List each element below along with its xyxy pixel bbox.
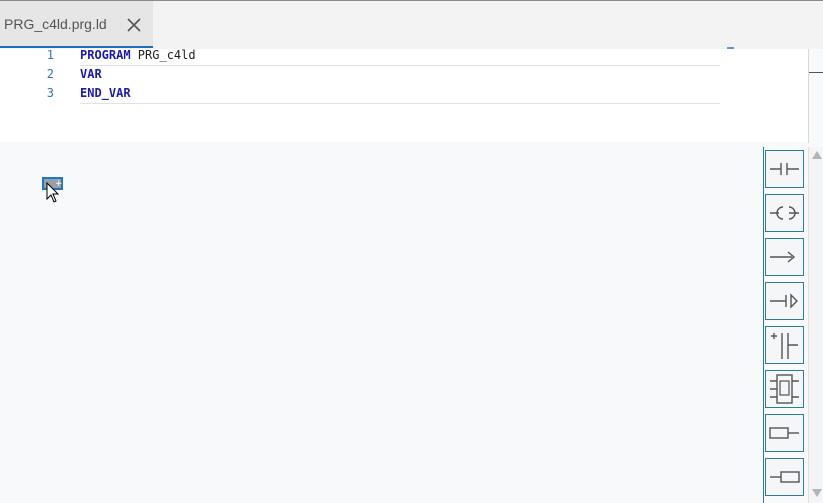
code-line: 2 VAR: [0, 65, 720, 84]
coil-tool-button[interactable]: [765, 194, 804, 232]
line-number: 2: [46, 67, 54, 81]
line-underline: [80, 65, 720, 66]
tab-bar: PRG_c4ld.prg.ld: [0, 1, 823, 49]
splitter-marker[interactable]: [727, 47, 734, 49]
code-text: VAR: [80, 65, 102, 84]
output-variable-tool-button[interactable]: [765, 458, 804, 496]
power-rail-tool-button[interactable]: [765, 326, 804, 364]
line-number: 1: [46, 48, 54, 62]
tab-label: PRG_c4ld.prg.ld: [4, 16, 107, 32]
function-block-icon: [770, 374, 799, 404]
code-text: PROGRAM PRG_c4ld: [80, 46, 196, 65]
line-number: 3: [46, 86, 54, 100]
input-variable-icon: [769, 427, 799, 439]
return-icon: [770, 293, 798, 309]
code-editor[interactable]: 1 PROGRAM PRG_c4ld 2 VAR 3 END_VAR: [0, 46, 809, 142]
code-text: END_VAR: [80, 84, 131, 103]
jump-icon: [770, 251, 796, 263]
toolbox-border: [763, 147, 764, 503]
keyword: END_VAR: [80, 86, 131, 100]
toolbox-scrollbar[interactable]: [808, 147, 822, 503]
coil-icon: [770, 206, 799, 220]
ladder-diagram-canvas[interactable]: [0, 142, 762, 503]
input-variable-tool-button[interactable]: [765, 414, 804, 452]
scroll-up-arrow-icon[interactable]: [812, 151, 822, 159]
function-block-tool-button[interactable]: [765, 370, 804, 408]
editor-separator: [808, 49, 809, 143]
current-line-underline: [80, 103, 720, 104]
output-variable-icon: [770, 471, 800, 483]
contact-tool-button[interactable]: [765, 150, 804, 188]
power-rail-icon: [771, 333, 798, 359]
overview-ruler-tick: [809, 72, 823, 73]
ladder-toolbox: [762, 147, 823, 503]
close-icon[interactable]: [126, 17, 142, 33]
pointer-cursor-icon: [46, 182, 60, 203]
keyword: VAR: [80, 67, 102, 81]
contact-icon: [770, 163, 799, 175]
code-line: 3 END_VAR: [0, 84, 720, 104]
scroll-down-arrow-icon[interactable]: [812, 489, 822, 497]
code-line: 1 PROGRAM PRG_c4ld: [0, 46, 720, 65]
identifier: PRG_c4ld: [130, 48, 196, 62]
keyword: PROGRAM: [80, 48, 131, 62]
tab-prg-c4ld[interactable]: PRG_c4ld.prg.ld: [0, 1, 153, 48]
jump-tool-button[interactable]: [765, 238, 804, 276]
return-tool-button[interactable]: [765, 282, 804, 320]
